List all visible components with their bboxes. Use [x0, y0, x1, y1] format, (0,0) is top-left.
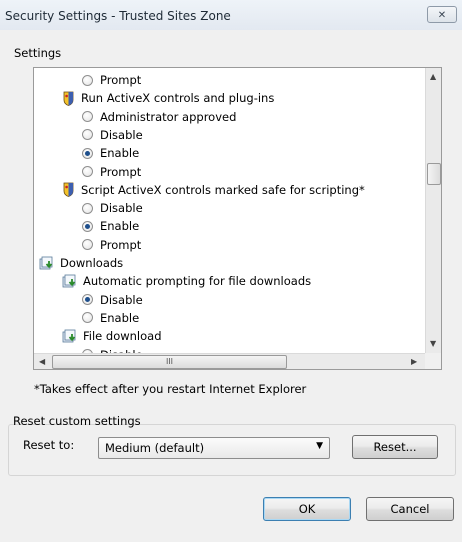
setting-label: Disable	[100, 346, 143, 354]
cancel-button[interactable]: Cancel	[366, 497, 454, 521]
radio-checked-icon[interactable]	[82, 220, 93, 232]
radio-unchecked-icon[interactable]	[82, 239, 93, 251]
setting-label: Automatic prompting for file downloads	[83, 274, 312, 289]
close-button[interactable]: ✕	[427, 6, 457, 23]
scroll-right-icon[interactable]: ▶	[411, 357, 417, 366]
downloads-icon	[62, 274, 78, 288]
radio-unchecked-icon[interactable]	[82, 129, 93, 141]
setting-label: Disable	[100, 201, 143, 216]
setting-option[interactable]: Disable	[82, 291, 143, 309]
restart-footnote: *Takes effect after you restart Internet…	[34, 382, 307, 396]
title-bar: Security Settings - Trusted Sites Zone ✕	[0, 0, 462, 30]
vertical-scroll-thumb[interactable]	[427, 163, 441, 185]
reset-group-label: Reset custom settings	[13, 414, 141, 428]
vertical-scrollbar[interactable]: ▲ ▼	[425, 68, 441, 353]
setting-label: Administrator approved	[100, 109, 237, 124]
reset-level-value: Medium (default)	[105, 441, 205, 455]
radio-checked-icon[interactable]	[82, 147, 93, 159]
horizontal-scrollbar[interactable]: ◀ III ▶	[34, 353, 425, 369]
setting-option[interactable]: Disable	[82, 346, 143, 354]
setting-category: Script ActiveX controls marked safe for …	[62, 181, 365, 199]
setting-label: Enable	[100, 219, 140, 234]
scroll-left-icon[interactable]: ◀	[39, 357, 45, 366]
chevron-down-icon: ▼	[316, 441, 323, 451]
radio-unchecked-icon[interactable]	[82, 166, 93, 177]
setting-category: Automatic prompting for file downloads	[62, 272, 311, 290]
reset-button[interactable]: Reset...	[352, 435, 438, 459]
setting-label: Disable	[100, 127, 143, 142]
reset-to-label: Reset to:	[23, 438, 75, 452]
setting-option[interactable]: Administrator approved	[82, 108, 236, 126]
scroll-down-icon[interactable]: ▼	[430, 339, 436, 348]
setting-label: Script ActiveX controls marked safe for …	[81, 182, 365, 197]
setting-label: Disable	[100, 292, 143, 307]
close-icon: ✕	[437, 10, 447, 21]
window-title: Security Settings - Trusted Sites Zone	[5, 9, 231, 23]
radio-unchecked-icon[interactable]	[82, 111, 93, 123]
reset-level-select[interactable]: Medium (default) ▼	[98, 437, 330, 459]
settings-tree-content: Prompt Run ActiveX controls and plug-ins A…	[34, 68, 425, 353]
setting-label: Prompt	[100, 237, 142, 252]
scroll-thumb-grip: III	[165, 357, 174, 366]
setting-option[interactable]: Prompt	[82, 236, 141, 254]
setting-label: Downloads	[60, 256, 124, 270]
ok-button[interactable]: OK	[263, 497, 351, 521]
setting-label: Prompt	[100, 73, 142, 87]
downloads-icon	[39, 256, 55, 270]
setting-label: Prompt	[100, 164, 142, 179]
setting-label: Enable	[100, 146, 140, 161]
scroll-up-icon[interactable]: ▲	[430, 72, 436, 81]
setting-label: File download	[83, 329, 162, 344]
setting-section: Downloads	[39, 254, 123, 272]
settings-group-label: Settings	[14, 46, 62, 60]
radio-unchecked-icon[interactable]	[82, 312, 93, 324]
horizontal-scroll-thumb[interactable]: III	[52, 355, 287, 369]
setting-option[interactable]: Enable	[82, 144, 139, 162]
setting-option[interactable]: Disable	[82, 199, 143, 217]
radio-unchecked-icon[interactable]	[82, 202, 93, 214]
setting-option[interactable]: Prompt	[82, 71, 141, 89]
radio-unchecked-icon[interactable]	[82, 74, 93, 86]
scrollbar-corner	[425, 353, 441, 369]
radio-checked-icon[interactable]	[82, 294, 93, 306]
setting-category: File download	[62, 327, 162, 345]
shield-setting-icon	[62, 182, 75, 198]
setting-label: Enable	[100, 310, 140, 325]
shield-setting-icon	[62, 91, 75, 106]
settings-tree[interactable]: Prompt Run ActiveX controls and plug-ins A…	[33, 67, 442, 370]
setting-option[interactable]: Enable	[82, 217, 139, 235]
downloads-icon	[62, 329, 78, 343]
setting-category: Run ActiveX controls and plug-ins	[62, 89, 274, 107]
setting-option[interactable]: Disable	[82, 126, 143, 144]
setting-option[interactable]: Enable	[82, 309, 139, 327]
setting-label: Run ActiveX controls and plug-ins	[81, 91, 275, 106]
setting-option[interactable]: Prompt	[82, 163, 141, 181]
